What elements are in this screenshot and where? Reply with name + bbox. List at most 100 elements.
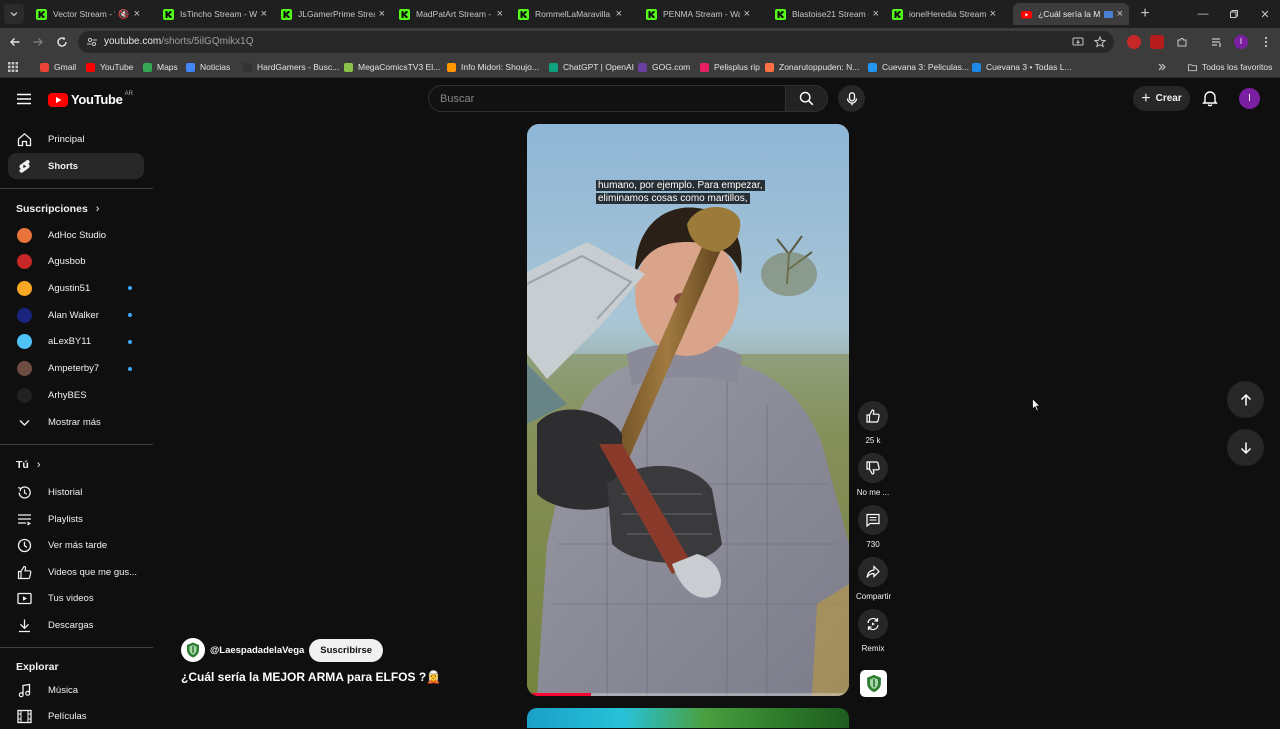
- bookmark-item[interactable]: Cuevana 3: Peliculas...: [868, 60, 969, 74]
- channel-handle[interactable]: @LaespadadelaVega: [210, 645, 304, 656]
- sidebar-item-your-videos[interactable]: Tus videos: [8, 585, 144, 611]
- bookmark-item[interactable]: Info Midori: Shoujo...: [447, 60, 539, 74]
- address-bar[interactable]: youtube.com/shorts/5ilGQmikx1Q: [78, 31, 1114, 53]
- sidebar-item-downloads[interactable]: Descargas: [8, 612, 144, 638]
- remix-label: Remix: [861, 644, 885, 653]
- search-button[interactable]: [786, 85, 828, 112]
- sidebar-item-playlists[interactable]: Playlists: [8, 506, 144, 532]
- channel-avatar[interactable]: [181, 638, 205, 662]
- voice-search-button[interactable]: [838, 85, 865, 112]
- shield-logo-icon: [187, 642, 199, 658]
- bookmark-item[interactable]: Zonarutoppuden: N...: [765, 60, 859, 74]
- youtube-logo[interactable]: YouTube AR: [48, 91, 133, 107]
- bookmark-item[interactable]: Gmail: [40, 60, 76, 74]
- sidebar-item-historial[interactable]: Historial: [8, 479, 144, 505]
- remix-button[interactable]: [858, 609, 888, 639]
- new-content-dot: [128, 339, 132, 344]
- next-short-preview[interactable]: [527, 708, 849, 728]
- bookmark-item[interactable]: Cuevana 3 • Todas L...: [972, 60, 1072, 74]
- forward-button[interactable]: [29, 33, 47, 51]
- reload-button[interactable]: [53, 33, 71, 51]
- muted-icon[interactable]: 🔇: [118, 9, 129, 20]
- close-tab-icon[interactable]: ×: [134, 8, 140, 20]
- sidebar-item-shorts[interactable]: Shorts: [8, 153, 144, 179]
- extensions-button[interactable]: [1173, 33, 1191, 51]
- bookmark-item[interactable]: Maps: [143, 60, 178, 74]
- browser-tab[interactable]: ionelHeredia Stream ×: [884, 3, 1002, 25]
- close-window-button[interactable]: ✕: [1255, 4, 1275, 24]
- apps-button[interactable]: [8, 60, 18, 74]
- browser-tab[interactable]: ¿Cuál sería la ME ×: [1013, 3, 1129, 25]
- browser-tab[interactable]: RommelLaMaravilla S ×: [510, 3, 628, 25]
- video-progress-bar[interactable]: [527, 693, 849, 696]
- close-tab-icon[interactable]: ×: [497, 8, 503, 20]
- close-tab-icon[interactable]: ×: [873, 8, 879, 20]
- account-avatar[interactable]: I: [1239, 88, 1260, 109]
- comments-button[interactable]: [858, 505, 888, 535]
- browser-tab[interactable]: PENMA Stream - Wa ×: [638, 3, 756, 25]
- close-tab-icon[interactable]: ×: [261, 8, 267, 20]
- subscription-item[interactable]: AdHoc Studio: [8, 222, 144, 248]
- subscription-item[interactable]: Agustin51: [8, 275, 144, 301]
- bookmarks-overflow-button[interactable]: [1157, 60, 1167, 74]
- subscriptions-header[interactable]: Suscripciones ›: [16, 203, 99, 215]
- bell-icon[interactable]: [1201, 89, 1219, 107]
- bookmark-item[interactable]: Noticias: [186, 60, 230, 74]
- profile-avatar[interactable]: I: [1234, 35, 1248, 49]
- install-app-icon[interactable]: [1072, 36, 1084, 48]
- minimize-button[interactable]: —: [1193, 4, 1213, 24]
- bookmark-item[interactable]: HardGamers - Busc...: [243, 60, 339, 74]
- subscription-item[interactable]: Alan Walker: [8, 302, 144, 328]
- close-tab-icon[interactable]: ×: [990, 8, 996, 20]
- sidebar-item-music[interactable]: Música: [8, 677, 144, 703]
- close-tab-icon[interactable]: ×: [379, 8, 385, 20]
- browser-tab[interactable]: JLGamerPrime Stream ×: [273, 3, 391, 25]
- you-header[interactable]: Tú ›: [16, 459, 41, 471]
- close-tab-icon[interactable]: ×: [616, 8, 622, 20]
- browser-tab[interactable]: IsTincho Stream - Wa ×: [155, 3, 273, 25]
- dislike-button[interactable]: [858, 453, 888, 483]
- bookmark-item[interactable]: ChatGPT | OpenAI: [549, 60, 634, 74]
- extension-badge-icon[interactable]: [1150, 35, 1164, 49]
- channel-info: @LaespadadelaVega Suscribirse: [181, 638, 384, 662]
- subscription-item[interactable]: aLexBY11: [8, 329, 144, 355]
- sidebar-item-principal[interactable]: Principal: [8, 126, 144, 152]
- bookmark-star-icon[interactable]: [1094, 36, 1106, 48]
- next-short-button[interactable]: [1227, 429, 1264, 466]
- site-info-icon[interactable]: [86, 36, 98, 48]
- bookmark-item[interactable]: MegaComicsTV3 El...: [344, 60, 440, 74]
- sidebar-item-watch-later[interactable]: Ver más tarde: [8, 532, 144, 558]
- bookmark-item[interactable]: YouTube: [86, 60, 133, 74]
- subscription-item[interactable]: Agusbob: [8, 249, 144, 275]
- hamburger-menu-icon[interactable]: [16, 91, 32, 107]
- create-button[interactable]: + Crear: [1133, 86, 1190, 111]
- media-controls-button[interactable]: [1208, 33, 1226, 51]
- previous-short-button[interactable]: [1227, 381, 1264, 418]
- extension-red-icon[interactable]: [1127, 35, 1141, 49]
- bookmark-item[interactable]: GOG.com: [638, 60, 690, 74]
- subscription-item[interactable]: ArhyBES: [8, 382, 144, 408]
- subscription-item[interactable]: Ampeterby7: [8, 356, 144, 382]
- restore-button[interactable]: [1224, 4, 1244, 24]
- bookmark-item[interactable]: Pelisplus rip: [700, 60, 760, 74]
- close-tab-icon[interactable]: ×: [744, 8, 750, 20]
- back-button[interactable]: [6, 33, 24, 51]
- all-bookmarks-folder[interactable]: Todos los favoritos: [1188, 60, 1272, 74]
- browser-tab[interactable]: Blastoise21 Stream - ×: [767, 3, 885, 25]
- share-button[interactable]: [858, 557, 888, 587]
- new-tab-button[interactable]: +: [1136, 5, 1154, 23]
- browser-menu-button[interactable]: [1257, 33, 1275, 51]
- subscribe-button[interactable]: Suscribirse: [309, 638, 384, 662]
- sidebar-item-movies[interactable]: Películas: [8, 703, 144, 729]
- browser-tab[interactable]: Vector Stream - W🔇 ×: [28, 3, 146, 25]
- channel-thumbnail[interactable]: [860, 670, 887, 697]
- tab-search-button[interactable]: [4, 4, 24, 24]
- browser-tab[interactable]: MadPatArt Stream - W ×: [391, 3, 509, 25]
- short-title[interactable]: ¿Cuál sería la MEJOR ARMA para ELFOS ?🧝: [181, 670, 441, 684]
- shorts-video-player[interactable]: humano, por ejemplo. Para empezar, elimi…: [527, 124, 849, 696]
- sidebar-item-liked-videos[interactable]: Videos que me gus...: [8, 559, 144, 585]
- close-tab-icon[interactable]: ×: [1117, 8, 1123, 20]
- search-input[interactable]: [429, 86, 785, 111]
- show-more-button[interactable]: Mostrar más: [8, 409, 144, 435]
- like-button[interactable]: [858, 401, 888, 431]
